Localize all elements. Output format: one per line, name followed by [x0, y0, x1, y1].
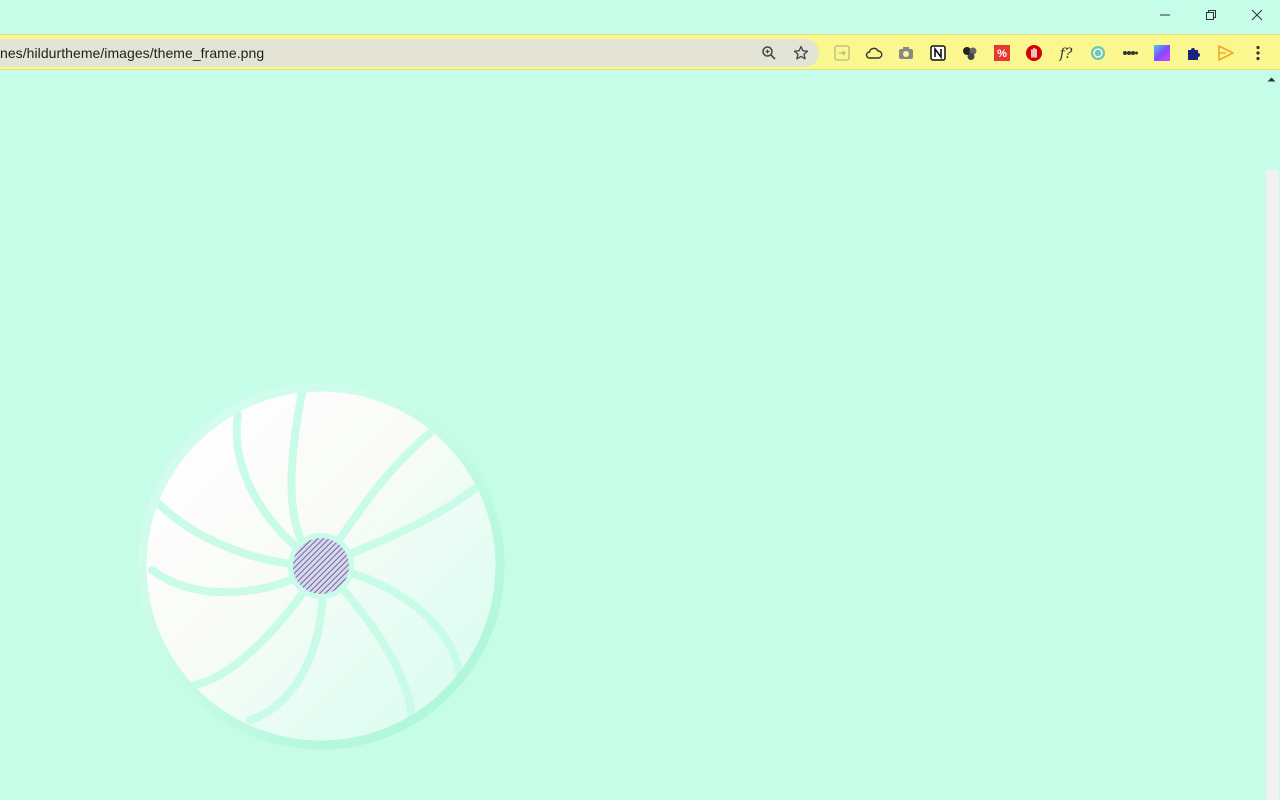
camera-icon[interactable]	[896, 43, 916, 63]
close-icon	[1251, 9, 1263, 21]
zoom-icon[interactable]	[760, 44, 778, 62]
minimize-icon	[1160, 14, 1170, 16]
title-bar	[0, 0, 1280, 34]
sidepanel-icon[interactable]	[832, 43, 852, 63]
browser-toolbar: nes/hildurtheme/images/theme_frame.png %…	[0, 34, 1280, 70]
vertical-scrollbar[interactable]	[1263, 70, 1280, 800]
close-button[interactable]	[1234, 0, 1280, 30]
notion-icon[interactable]	[928, 43, 948, 63]
cloud-icon[interactable]	[864, 43, 884, 63]
address-bar[interactable]: nes/hildurtheme/images/theme_frame.png	[0, 39, 819, 67]
dots-icon[interactable]	[1120, 43, 1140, 63]
kebab-menu-icon[interactable]	[1248, 43, 1268, 63]
gradient-square-icon[interactable]	[1152, 43, 1172, 63]
url-text[interactable]: nes/hildurtheme/images/theme_frame.png	[0, 45, 264, 61]
theme-frame-image	[137, 382, 505, 750]
chatgpt-icon[interactable]	[1088, 43, 1108, 63]
scroll-thumb[interactable]	[1266, 170, 1279, 800]
star-icon[interactable]	[792, 44, 810, 62]
percent-icon[interactable]: %	[992, 43, 1012, 63]
stop-hand-icon[interactable]	[1024, 43, 1044, 63]
svg-text:f?: f?	[1059, 46, 1073, 62]
svg-text:%: %	[997, 48, 1007, 60]
puzzle-icon[interactable]	[1184, 43, 1204, 63]
restore-button[interactable]	[1188, 0, 1234, 30]
restore-icon	[1206, 10, 1216, 20]
balls-icon[interactable]	[960, 43, 980, 63]
formula-icon[interactable]: f?	[1056, 43, 1076, 63]
scroll-up-icon[interactable]	[1266, 74, 1277, 85]
minimize-button[interactable]	[1142, 0, 1188, 30]
play-arrow-icon[interactable]	[1216, 43, 1236, 63]
